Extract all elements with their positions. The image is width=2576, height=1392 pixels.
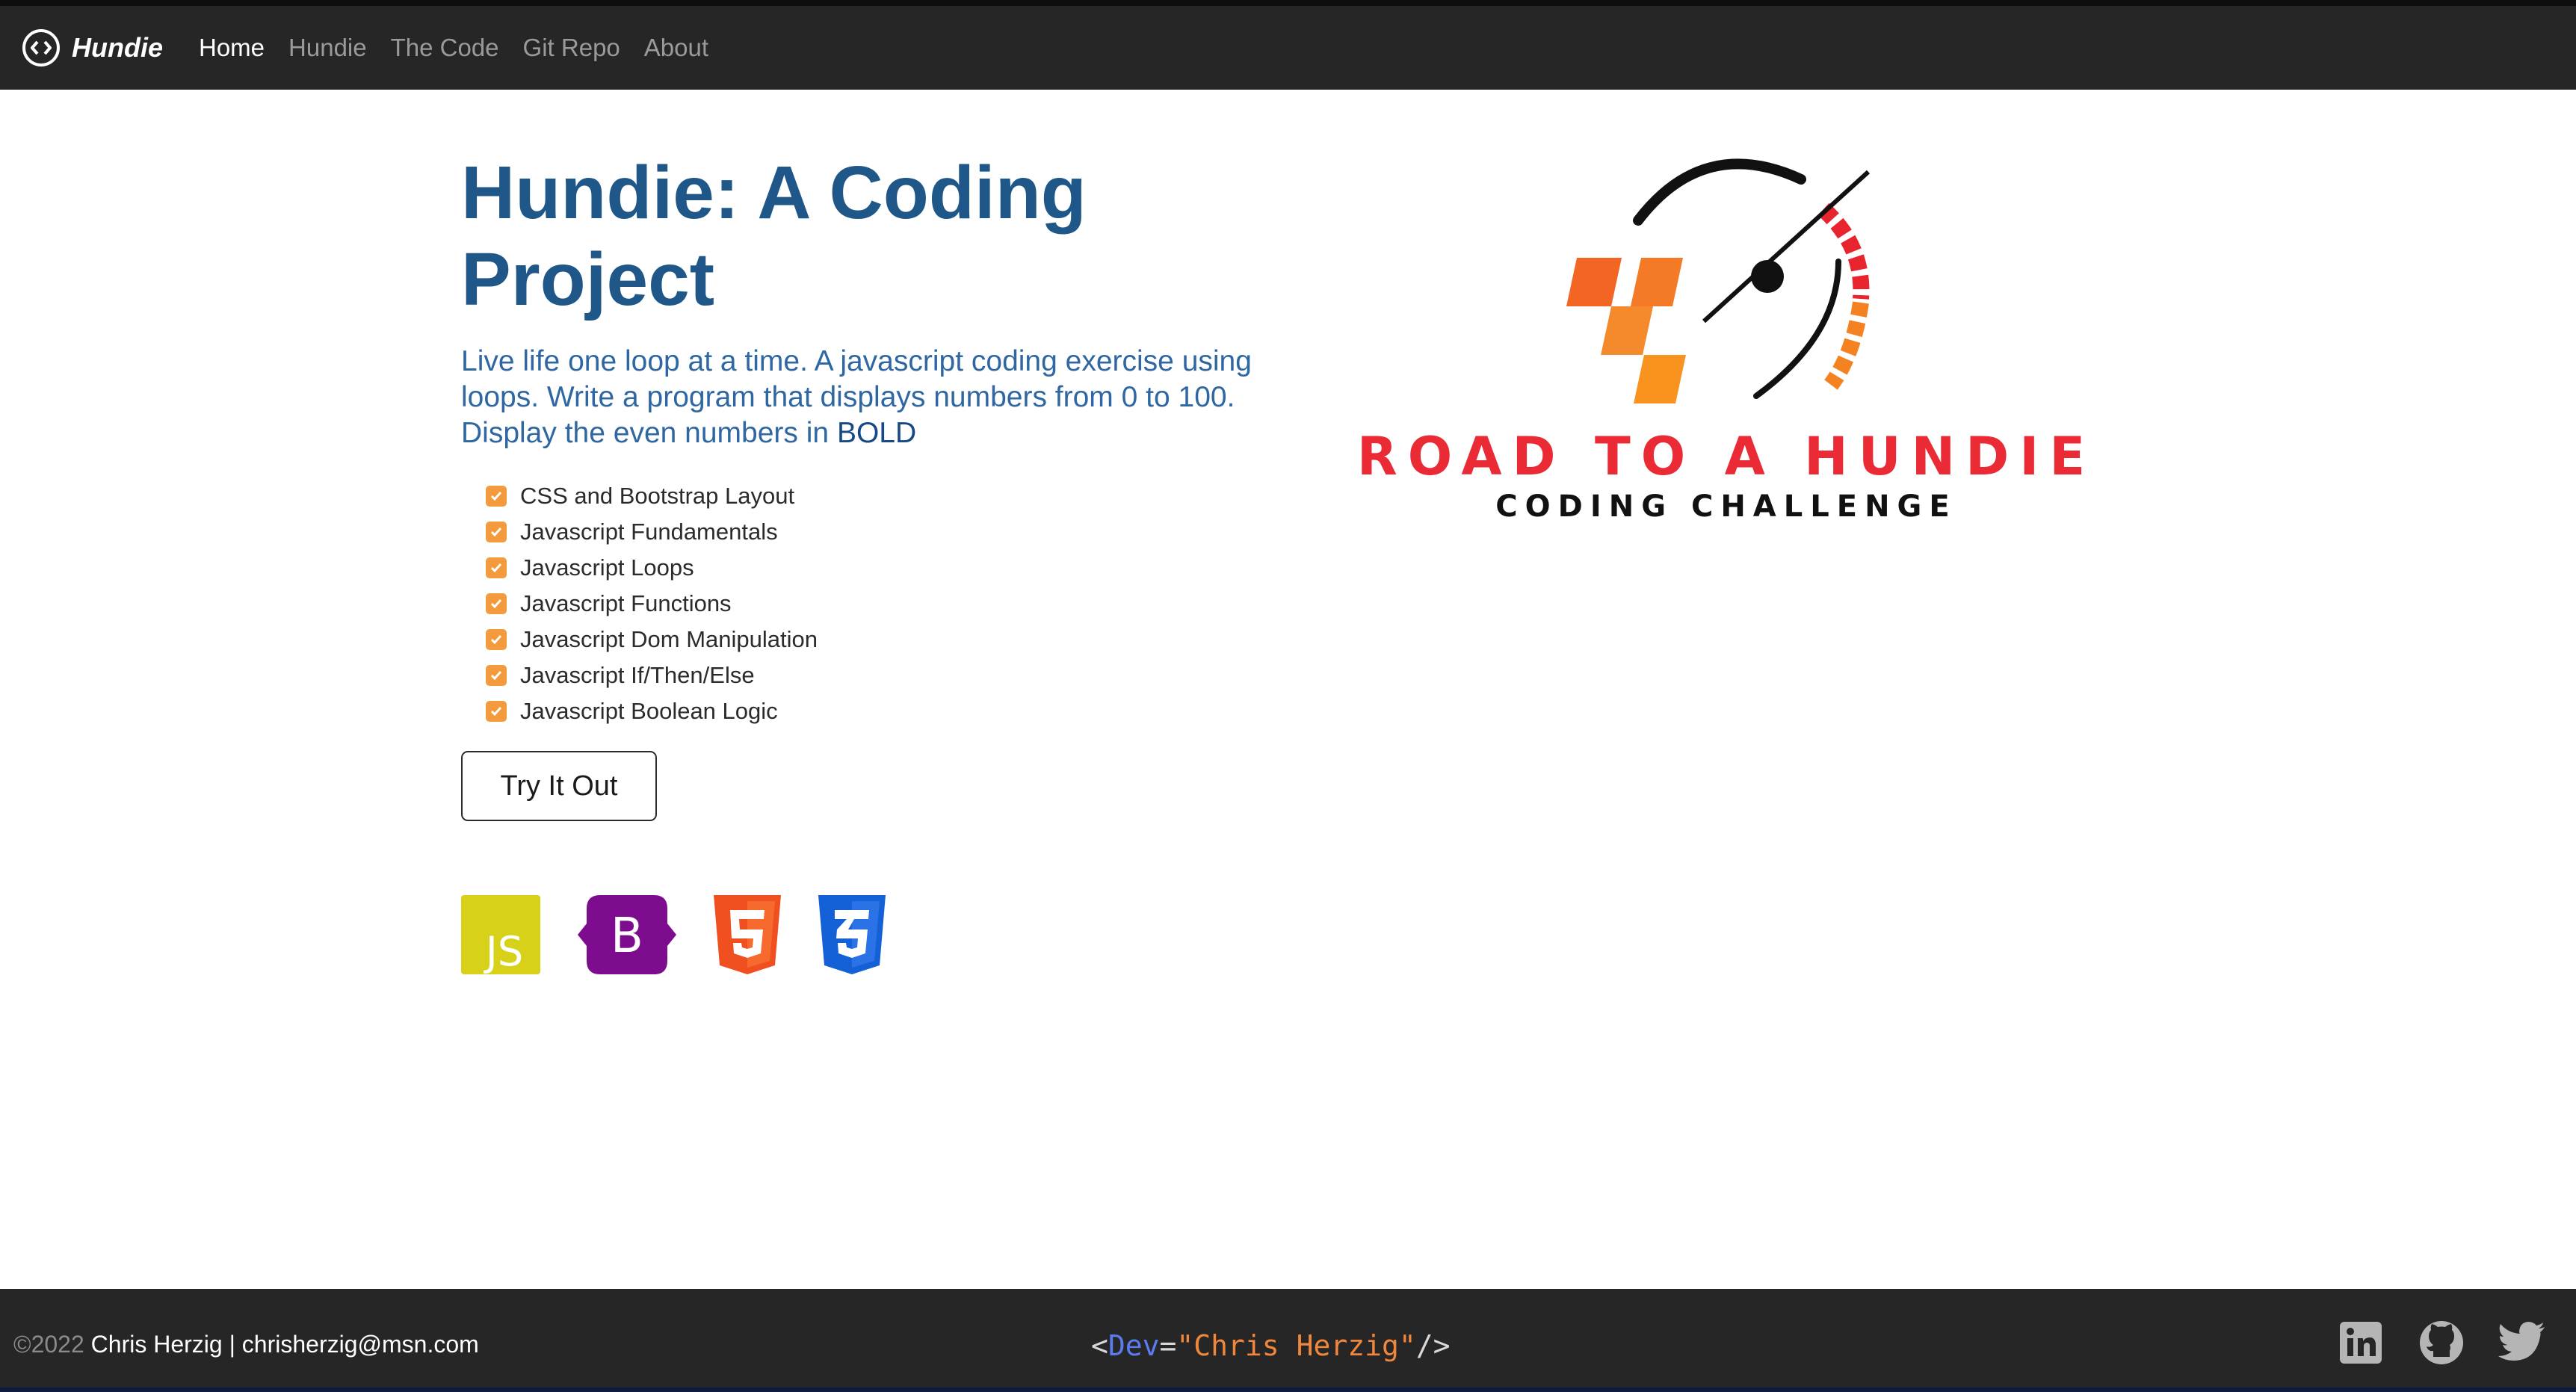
footer: ©2022 Chris Herzig | chrisherzig@msn.com… [0,1289,2576,1392]
dev-eq: = [1159,1329,1177,1362]
lead-paragraph: Live life one loop at a time. A javascri… [461,344,1253,451]
javascript-icon: JS [461,895,540,978]
page-title-line-2: Project [461,238,715,321]
checklist-label: Javascript Boolean Logic [520,698,778,724]
nav-link-hundie[interactable]: Hundie [288,34,367,62]
checklist-label: Javascript Loops [520,554,694,581]
list-item: Javascript Fundamentals [486,514,818,550]
speedometer-flag-icon [1566,158,1871,403]
page-title-line-1: Hundie: A Coding [461,151,1087,235]
checkbox-checked-icon [486,665,507,686]
checkbox-checked-icon [486,593,507,614]
road-to-a-hundie-logo: ROAD TO A HUNDIE CODING CHALLENGE [1315,149,2137,538]
copyright-owner: Chris Herzig | chrisherzig@msn.com [84,1331,479,1358]
checklist-label: Javascript Dom Manipulation [520,626,818,652]
nav-link-git-repo[interactable]: Git Repo [523,34,620,62]
list-item: Javascript If/Then/Else [486,658,818,693]
github-icon[interactable] [2418,1319,2465,1367]
checkbox-checked-icon [486,522,507,542]
brand-name: Hundie [72,32,163,63]
linkedin-icon[interactable] [2337,1319,2385,1367]
skills-checklist: CSS and Bootstrap Layout Javascript Fund… [486,478,818,729]
lead-bold-word: BOLD [836,417,917,449]
dev-tag: Dev [1108,1329,1160,1362]
svg-text:JS: JS [484,928,523,974]
bottom-edge [0,1388,2576,1392]
dev-close: /> [1415,1329,1451,1362]
html5-icon [714,895,781,978]
brand[interactable]: Hundie [21,28,163,68]
checklist-label: Javascript Fundamentals [520,519,778,545]
dev-signature: <Dev="Chris Herzig"/> [1091,1329,1450,1362]
checkbox-checked-icon [486,557,507,578]
tech-icons: JS B [461,895,923,978]
checklist-label: Javascript If/Then/Else [520,662,755,688]
checklist-label: Javascript Functions [520,590,732,616]
logo-subtitle: CODING CHALLENGE [1495,489,1957,524]
copyright: ©2022 Chris Herzig | chrisherzig@msn.com [13,1331,479,1358]
list-item: CSS and Bootstrap Layout [486,478,818,514]
nav-link-home[interactable]: Home [199,34,265,62]
social-links [2304,1319,2546,1367]
dev-open: < [1091,1329,1108,1362]
checkbox-checked-icon [486,486,507,507]
page-title: Hundie: A Coding Project [461,149,1104,323]
try-it-out-button[interactable]: Try It Out [461,751,657,821]
list-item: Javascript Boolean Logic [486,693,818,729]
css3-icon [818,895,886,978]
nav-link-about[interactable]: About [644,34,708,62]
logo-title: ROAD TO A HUNDIE [1356,426,2096,487]
navbar: Hundie Home Hundie The Code Git Repo Abo… [0,6,2576,90]
list-item: Javascript Loops [486,550,818,586]
nav-link-the-code[interactable]: The Code [391,34,499,62]
nav-links: Home Hundie The Code Git Repo About [199,34,732,62]
twitter-icon[interactable] [2498,1319,2546,1367]
dev-value: "Chris Herzig" [1176,1329,1416,1362]
top-edge [0,0,2576,6]
svg-text:B: B [611,909,643,964]
checkbox-checked-icon [486,701,507,722]
list-item: Javascript Functions [486,586,818,622]
list-item: Javascript Dom Manipulation [486,622,818,658]
bootstrap-icon: B [578,895,676,978]
checklist-label: CSS and Bootstrap Layout [520,483,795,509]
checkbox-checked-icon [486,629,507,650]
code-circle-icon [21,28,61,68]
copyright-year: ©2022 [13,1331,84,1358]
